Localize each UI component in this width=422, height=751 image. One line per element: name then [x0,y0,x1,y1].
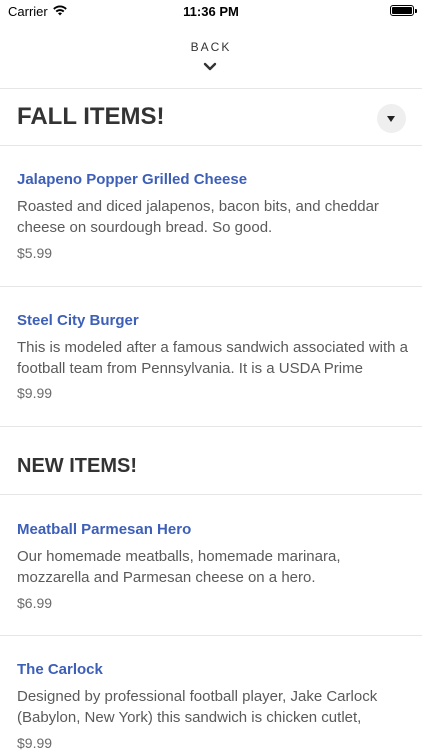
item-name[interactable]: Meatball Parmesan Hero [17,521,191,538]
item-description: Our homemade meatballs, homemade marinar… [17,548,341,586]
item-name[interactable]: Jalapeno Popper Grilled Cheese [17,171,247,188]
section-title-new-items: NEW ITEMS! [17,455,137,477]
status-bar: Carrier 11:36 PM [0,0,422,24]
divider [0,88,422,89]
divider [0,635,422,636]
back-button[interactable]: BACK [0,40,422,54]
battery-icon [390,5,417,16]
divider [0,494,422,495]
item-price: $9.99 [17,385,53,401]
status-time: 11:36 PM [183,4,239,19]
divider [0,145,422,146]
item-name[interactable]: The Carlock [17,661,103,678]
item-price: $9.99 [17,735,53,751]
item-description: Roasted and diced jalapenos, bacon bits,… [17,198,379,236]
divider [0,286,422,287]
section-title-fall-items: FALL ITEMS! [17,103,165,130]
item-description: Designed by professional football player… [17,688,378,726]
chevron-down-icon[interactable] [203,62,217,72]
collapse-section-button[interactable] [377,104,406,133]
caret-down-icon [387,116,395,122]
item-price: $5.99 [17,245,53,261]
divider [0,426,422,427]
item-description: This is modeled after a famous sandwich … [17,339,409,377]
item-price: $6.99 [17,595,53,611]
item-name[interactable]: Steel City Burger [17,312,139,329]
